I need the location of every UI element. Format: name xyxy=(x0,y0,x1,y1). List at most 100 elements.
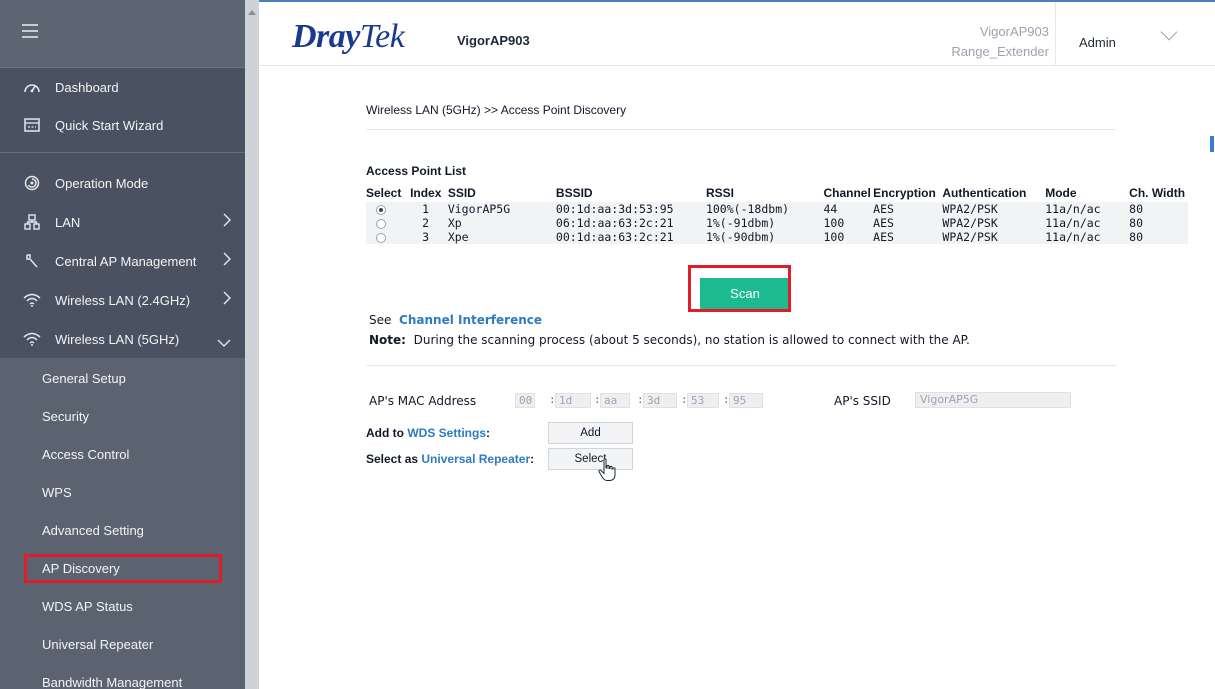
note-text: During the scanning process (about 5 sec… xyxy=(413,333,970,347)
draytek-logo: DrayTek xyxy=(292,18,405,55)
ap-ssid-label: AP's SSID xyxy=(834,394,891,408)
sidebar-item-label: Central AP Management xyxy=(55,253,197,269)
cell-ssid: Xpe xyxy=(447,230,556,244)
highlight-box-ap-discovery xyxy=(24,554,222,583)
submenu-item-general-setup[interactable]: General Setup xyxy=(0,359,245,397)
model-name: VigorAP903 xyxy=(457,33,530,48)
wireless-5ghz-submenu: General Setup Security Access Control WP… xyxy=(0,358,245,689)
main-content: Wireless LAN (5GHz) >> Access Point Disc… xyxy=(259,67,1215,689)
cell-select xyxy=(366,202,411,216)
chevron-down-icon xyxy=(217,334,231,351)
table-row[interactable]: 2 Xp 06:1d:aa:63:2c:21 1%(-91dbm) 100 AES WPA2… xyxy=(366,216,1188,230)
col-ssid: SSID xyxy=(447,186,476,200)
cell-bssid: 00:1d:aa:63:2c:21 xyxy=(555,230,706,244)
submenu-item-bandwidth-management[interactable]: Bandwidth Management xyxy=(0,663,245,689)
channel-interference-link[interactable]: Channel Interference xyxy=(399,313,542,327)
add-button[interactable]: Add xyxy=(548,422,633,444)
mac-octet-field: 1d xyxy=(555,393,591,408)
wds-settings-link[interactable]: WDS Settings xyxy=(407,426,486,440)
mac-octet-field: 00 xyxy=(515,393,535,408)
hamburger-menu-icon[interactable] xyxy=(22,24,38,42)
select-button[interactable]: Select xyxy=(548,448,633,470)
note-label: Note: xyxy=(369,333,406,347)
cell-index: 2 xyxy=(410,216,448,230)
submenu-item-access-control[interactable]: Access Control xyxy=(0,435,245,473)
cell-auth: WPA2/PSK xyxy=(942,216,1046,230)
col-channel: Channel xyxy=(823,186,871,200)
cell-channel: 100 xyxy=(823,216,874,230)
col-encryption: Encryption xyxy=(873,186,936,200)
sidebar-top xyxy=(0,0,245,68)
col-ch-width: Ch. Width xyxy=(1129,186,1186,200)
chevron-right-icon xyxy=(223,213,231,231)
submenu-item-advanced-setting[interactable]: Advanced Setting xyxy=(0,511,245,549)
col-select: Select xyxy=(366,186,402,200)
scroll-position-marker xyxy=(1210,136,1214,152)
ap-list-title: Access Point List xyxy=(366,164,467,178)
submenu-item-label: Security xyxy=(42,408,89,424)
header-divider xyxy=(1055,2,1056,66)
sidebar-item-label: Operation Mode xyxy=(55,175,149,191)
select-radio[interactable] xyxy=(376,218,386,229)
cell-select xyxy=(366,216,411,230)
chevron-right-icon xyxy=(223,291,231,309)
cell-width: 80 xyxy=(1129,216,1188,230)
select-radio[interactable] xyxy=(376,232,386,243)
scan-note: Note: During the scanning process (about… xyxy=(369,333,970,347)
mac-address-label: AP's MAC Address xyxy=(369,394,477,408)
mac-octet-field: 95 xyxy=(729,393,763,408)
user-menu-label[interactable]: Admin xyxy=(1079,35,1116,50)
repeater-suffix: : xyxy=(530,452,535,466)
universal-repeater-link[interactable]: Universal Repeater xyxy=(421,452,530,466)
cell-width: 80 xyxy=(1129,230,1188,244)
cell-width: 80 xyxy=(1129,202,1188,216)
sidebar-item-dashboard[interactable]: Dashboard xyxy=(0,68,245,106)
table-row[interactable]: 1 VigorAP5G 00:1d:aa:3d:53:95 100%(-18dbm) 4… xyxy=(366,202,1188,216)
submenu-item-label: Advanced Setting xyxy=(42,522,144,538)
wds-suffix: : xyxy=(486,426,491,440)
scroll-up-arrow-icon[interactable] xyxy=(248,10,256,15)
chevron-right-icon xyxy=(223,252,231,270)
mac-octet-field: aa xyxy=(600,393,630,408)
submenu-item-security[interactable]: Security xyxy=(0,397,245,435)
sidebar-item-quick-start-wizard[interactable]: Quick Start Wizard xyxy=(0,106,245,144)
sidebar-item-lan[interactable]: LAN xyxy=(0,203,245,241)
cell-ssid: VigorAP5G xyxy=(447,202,556,216)
mac-octet-field: 53 xyxy=(687,393,719,408)
sidebar-item-wireless-lan-24ghz[interactable]: Wireless LAN (2.4GHz) xyxy=(0,281,245,319)
submenu-item-label: General Setup xyxy=(42,370,126,386)
device-mode: Range_Extender xyxy=(951,44,1049,59)
table-row[interactable]: 3 Xpe 00:1d:aa:63:2c:21 1%(-90dbm) 100 AES WPA… xyxy=(366,230,1188,244)
col-authentication: Authentication xyxy=(942,186,1027,200)
submenu-item-wps[interactable]: WPS xyxy=(0,473,245,511)
wds-prefix: Add to xyxy=(366,426,404,440)
sidebar-item-wireless-lan-5ghz[interactable]: Wireless LAN (5GHz) xyxy=(0,320,245,358)
divider xyxy=(366,365,1116,366)
cell-encryption: AES xyxy=(873,230,943,244)
add-to-wds-label: Add to WDS Settings: xyxy=(366,426,490,440)
submenu-item-wds-ap-status[interactable]: WDS AP Status xyxy=(0,587,245,625)
sidebar-scrollbar[interactable] xyxy=(245,0,259,689)
cell-channel: 100 xyxy=(823,230,874,244)
cell-auth: WPA2/PSK xyxy=(942,202,1046,216)
table-header-row: Select Index SSID BSSID RSSI Channel Enc… xyxy=(366,184,1188,202)
sidebar-item-label: Wireless LAN (5GHz) xyxy=(55,331,180,347)
submenu-item-universal-repeater[interactable]: Universal Repeater xyxy=(0,625,245,663)
cell-index: 3 xyxy=(410,230,448,244)
sidebar-divider xyxy=(0,152,245,153)
sidebar-item-label: LAN xyxy=(55,214,81,230)
lan-icon xyxy=(22,214,42,230)
cell-auth: WPA2/PSK xyxy=(942,230,1046,244)
col-rssi: RSSI xyxy=(705,186,734,200)
select-radio[interactable] xyxy=(376,204,386,215)
sidebar-item-operation-mode[interactable]: Operation Mode xyxy=(0,164,245,202)
select-as-repeater-label: Select as Universal Repeater: xyxy=(366,452,534,466)
sidebar-item-central-ap-management[interactable]: Central AP Management xyxy=(0,242,245,280)
ap-list-table: Select Index SSID BSSID RSSI Channel Enc… xyxy=(366,184,1188,244)
device-name: VigorAP903 xyxy=(979,24,1049,39)
see-channel-interference: See Channel Interference xyxy=(369,313,542,327)
chevron-down-icon[interactable] xyxy=(1160,23,1178,41)
wifi-icon xyxy=(22,332,42,346)
cell-rssi: 100%(-18dbm) xyxy=(705,202,824,216)
cell-bssid: 00:1d:aa:3d:53:95 xyxy=(555,202,706,216)
